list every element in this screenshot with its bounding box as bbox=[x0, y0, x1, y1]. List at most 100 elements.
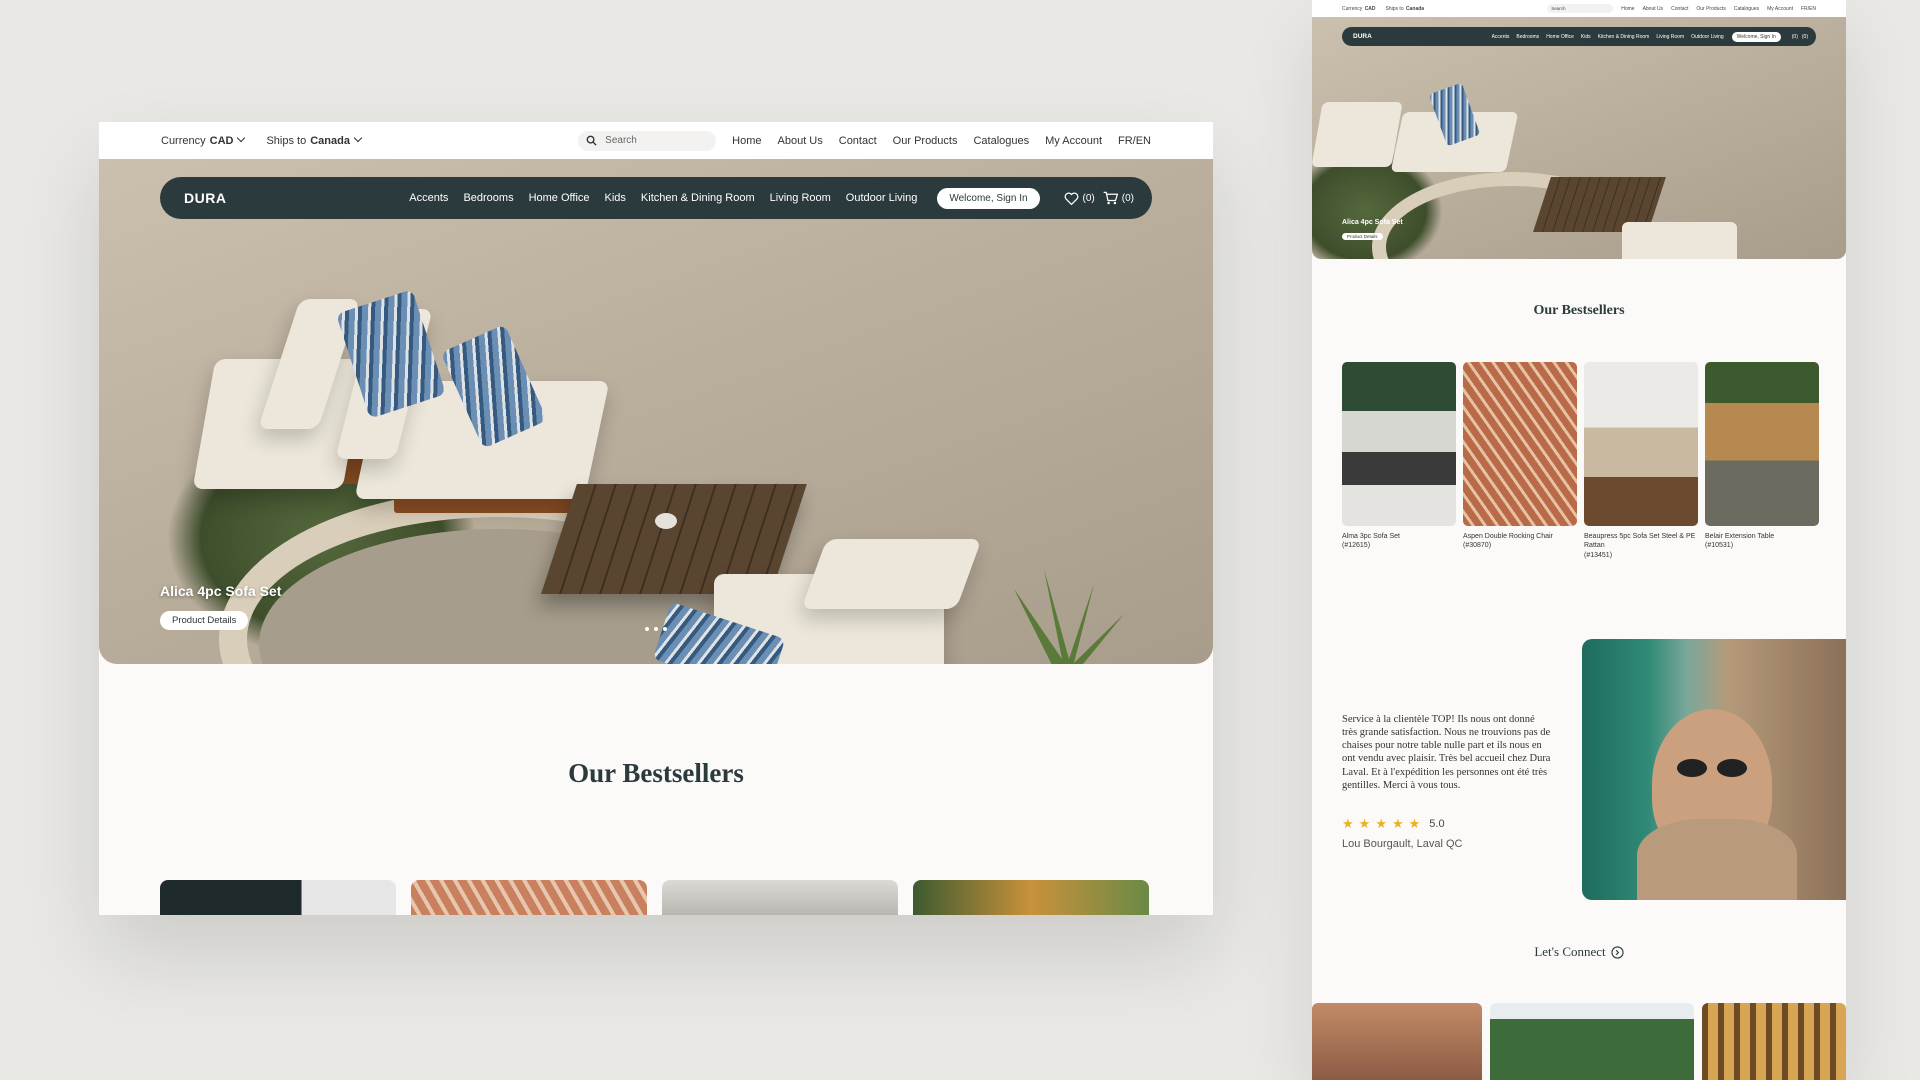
ships-to-selector[interactable]: Ships to Canada bbox=[266, 133, 363, 147]
wishlist-button[interactable]: (0) bbox=[1064, 192, 1095, 205]
product-details-button[interactable]: Product Details bbox=[1342, 233, 1383, 240]
cart-count[interactable]: (0) bbox=[1802, 34, 1808, 40]
link-contact[interactable]: Contact bbox=[839, 135, 877, 147]
testimonial-author: Lou Bourgault, Laval QC bbox=[1342, 838, 1463, 850]
nav-item-accents[interactable]: Accents bbox=[1492, 34, 1510, 40]
search-input[interactable]: Search bbox=[1547, 4, 1614, 13]
hero-banner: DURA Accents Bedrooms Home Office Kids K… bbox=[1312, 17, 1846, 259]
product-card-peek[interactable] bbox=[160, 880, 396, 915]
nav-item-accents[interactable]: Accents bbox=[409, 192, 448, 204]
lets-connect-heading[interactable]: Let's Connect bbox=[1312, 944, 1846, 960]
product-card-peek[interactable] bbox=[411, 880, 647, 915]
nav-item-outdoor-living[interactable]: Outdoor Living bbox=[1691, 34, 1724, 40]
category-menu: Accents Bedrooms Home Office Kids Kitche… bbox=[1443, 34, 1724, 40]
lets-connect-label: Let's Connect bbox=[1534, 944, 1606, 959]
product-card[interactable]: Aspen Double Rocking Chair (#30870) bbox=[1463, 362, 1577, 551]
main-nav: DURA Accents Bedrooms Home Office Kids K… bbox=[1342, 27, 1816, 46]
link-catalogues[interactable]: Catalogues bbox=[973, 135, 1029, 147]
nav-item-kids[interactable]: Kids bbox=[1581, 34, 1591, 40]
main-nav: DURA Accents Bedrooms Home Office Kids K… bbox=[160, 177, 1152, 219]
star-icon: ★ bbox=[1358, 816, 1371, 831]
product-image bbox=[1705, 362, 1819, 526]
top-links: Home About Us Contact Our Products Catal… bbox=[1621, 6, 1816, 12]
sign-in-button[interactable]: Welcome, Sign In bbox=[937, 187, 1040, 209]
ships-to-label: Ships to bbox=[266, 134, 307, 147]
hero-image-candle bbox=[655, 513, 677, 529]
social-image-tile[interactable] bbox=[1702, 1003, 1846, 1080]
link-home[interactable]: Home bbox=[732, 135, 761, 147]
product-image bbox=[1342, 362, 1456, 526]
star-icon: ★ bbox=[1342, 816, 1354, 831]
carousel-dot[interactable] bbox=[645, 627, 649, 631]
currency-selector[interactable]: Currency CAD bbox=[161, 133, 246, 147]
product-card-peek[interactable] bbox=[662, 880, 898, 915]
nav-item-bedrooms[interactable]: Bedrooms bbox=[463, 192, 513, 204]
product-card[interactable]: Beaupress 5pc Sofa Set Steel & PE Rattan… bbox=[1584, 362, 1698, 560]
product-code: (#12615) bbox=[1342, 542, 1371, 550]
heart-icon bbox=[1064, 192, 1078, 205]
bestsellers-title: Our Bestsellers bbox=[1533, 303, 1625, 318]
product-code: (#10531) bbox=[1705, 542, 1734, 550]
search-placeholder: Search bbox=[605, 135, 637, 146]
nav-item-outdoor-living[interactable]: Outdoor Living bbox=[846, 192, 918, 204]
sign-in-button[interactable]: Welcome, Sign In bbox=[1731, 31, 1781, 42]
ships-to-value: Canada bbox=[1406, 5, 1425, 12]
cart-button[interactable]: (0) bbox=[1103, 191, 1134, 205]
utility-bar: Currency CAD Ships to Canada Search Home… bbox=[1312, 0, 1846, 17]
hero-banner: DURA Accents Bedrooms Home Office Kids K… bbox=[99, 159, 1213, 664]
carousel-dots bbox=[645, 627, 667, 631]
product-card[interactable]: Belair Extension Table (#10531) bbox=[1705, 362, 1819, 551]
carousel-dot[interactable] bbox=[654, 627, 658, 631]
product-name: Beaupress 5pc Sofa Set Steel & PE Rattan… bbox=[1584, 533, 1696, 559]
link-my-account[interactable]: My Account bbox=[1045, 135, 1102, 147]
social-image-tile[interactable] bbox=[1312, 1003, 1482, 1080]
nav-item-kitchen-dining[interactable]: Kitchen & Dining Room bbox=[1598, 34, 1650, 40]
nav-item-bedrooms[interactable]: Bedrooms bbox=[1516, 34, 1539, 40]
currency-label: Currency bbox=[1342, 5, 1363, 12]
link-our-products[interactable]: Our Products bbox=[1696, 6, 1725, 12]
logo[interactable]: DURA bbox=[1353, 33, 1443, 40]
hero-image-chair-back bbox=[801, 539, 982, 609]
link-about-us[interactable]: About Us bbox=[1643, 6, 1664, 12]
nav-item-home-office[interactable]: Home Office bbox=[1546, 34, 1574, 40]
search-input[interactable]: Search bbox=[578, 130, 717, 151]
testimonial-photo bbox=[1582, 639, 1846, 900]
carousel-dot[interactable] bbox=[663, 627, 667, 631]
logo[interactable]: DURA bbox=[184, 190, 374, 206]
hero-image-plant bbox=[1014, 569, 1124, 664]
link-language[interactable]: FR/EN bbox=[1118, 135, 1151, 147]
product-card-peek[interactable] bbox=[913, 880, 1149, 915]
nav-item-kids[interactable]: Kids bbox=[605, 192, 626, 204]
link-language[interactable]: FR/EN bbox=[1801, 6, 1816, 12]
social-image-tile[interactable] bbox=[1490, 1003, 1694, 1080]
nav-item-home-office[interactable]: Home Office bbox=[529, 192, 590, 204]
link-about-us[interactable]: About Us bbox=[778, 135, 823, 147]
cart-count: (0) bbox=[1121, 192, 1134, 204]
hero-image-chair bbox=[1622, 222, 1737, 259]
search-icon bbox=[586, 135, 597, 146]
chevron-down-icon bbox=[237, 133, 246, 142]
nav-item-kitchen-dining[interactable]: Kitchen & Dining Room bbox=[641, 192, 755, 204]
currency-value: CAD bbox=[1364, 5, 1376, 12]
ships-to-label: Ships to bbox=[1385, 5, 1404, 12]
utility-bar: Currency CAD Ships to Canada Search Home… bbox=[99, 122, 1213, 159]
ships-to-selector[interactable]: Ships to Canada bbox=[1386, 6, 1425, 12]
wishlist-count[interactable]: (0) bbox=[1792, 34, 1798, 40]
link-catalogues[interactable]: Catalogues bbox=[1734, 6, 1759, 12]
link-my-account[interactable]: My Account bbox=[1767, 6, 1793, 12]
link-contact[interactable]: Contact bbox=[1671, 6, 1688, 12]
product-name: Aspen Double Rocking Chair (#30870) bbox=[1463, 533, 1553, 550]
currency-label: Currency bbox=[161, 134, 206, 147]
product-details-button[interactable]: Product Details bbox=[160, 611, 249, 630]
nav-item-living-room[interactable]: Living Room bbox=[1656, 34, 1684, 40]
link-home[interactable]: Home bbox=[1621, 6, 1634, 12]
product-image bbox=[1463, 362, 1577, 526]
hero-caption: Alica 4pc Sofa Set bbox=[160, 583, 282, 599]
testimonial-quote: Service à la clientèle TOP! Ils nous ont… bbox=[1342, 714, 1551, 791]
currency-selector[interactable]: Currency CAD bbox=[1342, 6, 1376, 12]
hero-caption: Alica 4pc Sofa Set bbox=[1342, 219, 1403, 226]
nav-item-living-room[interactable]: Living Room bbox=[770, 192, 831, 204]
link-our-products[interactable]: Our Products bbox=[893, 135, 958, 147]
sunglasses-icon bbox=[1717, 759, 1747, 777]
product-card[interactable]: Alma 3pc Sofa Set (#12615) bbox=[1342, 362, 1456, 551]
